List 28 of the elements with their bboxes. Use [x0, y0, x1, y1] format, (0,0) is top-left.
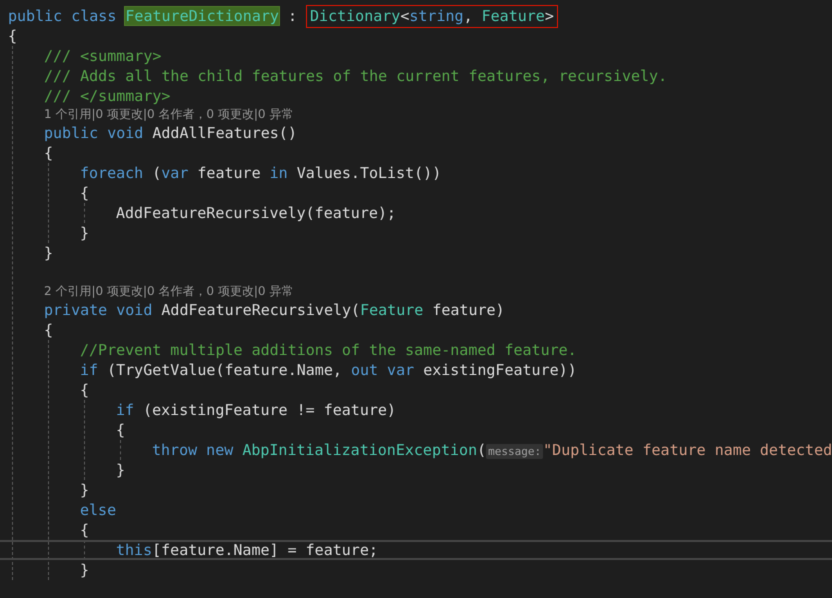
code-line: AddFeatureRecursively(feature); [116, 203, 396, 223]
code-line: { [80, 183, 90, 203]
code-line: public void AddAllFeatures() [44, 123, 297, 143]
codelens-info[interactable]: 2 个引用|0 项更改|0 名作者，0 项更改|0 异常 [44, 283, 294, 300]
codelens-info[interactable]: 1 个引用|0 项更改|0 名作者，0 项更改|0 异常 [44, 106, 294, 123]
code-line: } [80, 560, 90, 580]
code-line: } [116, 460, 126, 480]
code-line: { [116, 420, 126, 440]
code-line: { [44, 143, 54, 163]
code-line: this[feature.Name] = feature; [116, 540, 378, 560]
code-line: } [80, 223, 90, 243]
code-line: { [80, 520, 90, 540]
code-comment: //Prevent multiple additions of the same-named feature. [80, 340, 577, 360]
code-line: throw new AbpInitializationException(message:"Duplicate feature name detected [152, 440, 832, 460]
code-line: { [80, 380, 90, 400]
code-line: if (TryGetValue(feature.Name, out var existingFeature)) [80, 360, 577, 380]
code-line: private void AddFeatureRecursively(Feature feature) [44, 300, 505, 320]
code-line: public class FeatureDictionary : Dictionary<string, Feature> [8, 6, 558, 26]
code-line: } [44, 243, 54, 263]
code-comment: /// </summary> [44, 86, 170, 106]
code-line: if (existingFeature != feature) [116, 400, 396, 420]
code-line: { [8, 26, 18, 46]
code-line: { [44, 320, 54, 340]
code-line: else [80, 500, 116, 520]
code-line: foreach (var feature in Values.ToList()) [80, 163, 442, 183]
code-comment: /// Adds all the child features of the current features, recursively. [44, 66, 668, 86]
code-line: } [80, 480, 90, 500]
code-comment: /// <summary> [44, 46, 162, 66]
